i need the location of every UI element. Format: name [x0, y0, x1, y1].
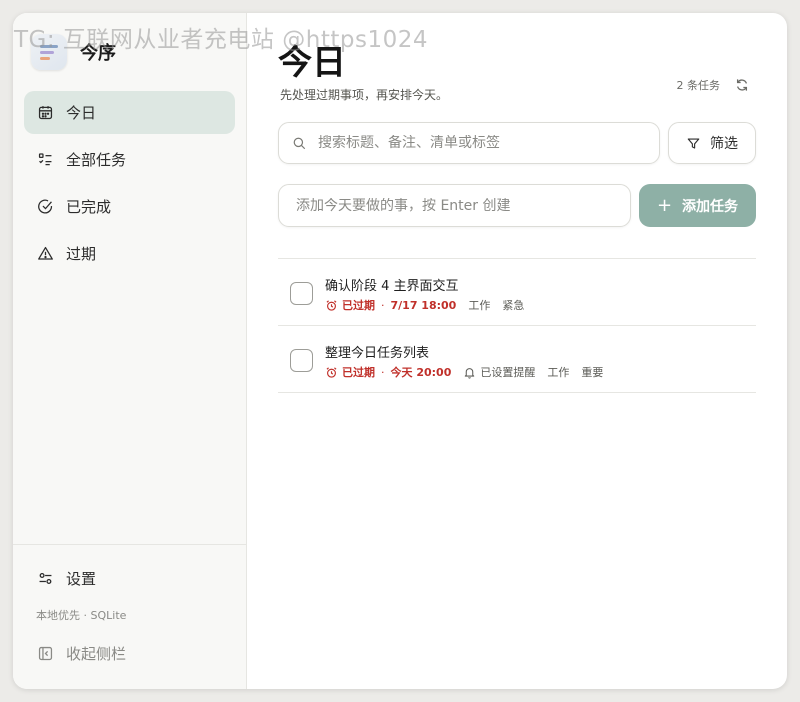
task-status: 已过期 [342, 366, 375, 379]
collapse-sidebar-icon [38, 646, 53, 661]
overdue-badge: 已过期 [325, 297, 375, 313]
sidebar-item-label: 过期 [66, 245, 97, 263]
page-subtitle: 先处理过期事项，再安排今天。 [280, 88, 449, 102]
filter-button[interactable]: 筛选 [668, 122, 756, 164]
task-count: 2 条任务 [676, 79, 721, 92]
alarm-clock-icon [326, 299, 337, 311]
add-task-input[interactable] [296, 197, 616, 214]
add-task-button[interactable]: + 添加任务 [639, 184, 756, 227]
separator-dot: · [381, 365, 385, 379]
add-task-button-label: 添加任务 [682, 198, 739, 215]
warning-icon [38, 246, 53, 260]
reminder-indicator: 已设置提醒 [463, 364, 535, 380]
sidebar-item-label: 今日 [66, 104, 97, 122]
sidebar-item-overdue[interactable]: 过期 [24, 232, 235, 275]
main-panel: 今日 先处理过期事项，再安排今天。 2 条任务 筛选 + 添 [247, 13, 787, 689]
filter-icon [687, 137, 700, 149]
sidebar-item-completed[interactable]: 已完成 [24, 185, 235, 228]
search-input-wrapper[interactable] [278, 122, 660, 164]
task-tag: 重要 [581, 366, 604, 379]
sidebar-footer: 设置 本地优先 · SQLite 收起侧栏 [13, 544, 246, 689]
storage-note: 本地优先 · SQLite [36, 609, 127, 622]
sidebar-item-all-tasks[interactable]: 全部任务 [24, 138, 235, 181]
task-meta: 已过期 · 7/17 18:00 工作 紧急 [325, 297, 524, 313]
sidebar-item-label: 全部任务 [66, 151, 127, 169]
task-title: 整理今日任务列表 [325, 346, 430, 361]
task-due: 今天 20:00 [390, 366, 452, 379]
task-checkbox[interactable] [290, 282, 313, 305]
task-list: 确认阶段 4 主界面交互 已过期 · 7/17 18:00 工作 紧急 整理今日… [278, 258, 756, 393]
check-circle-icon [38, 199, 53, 214]
task-meta: 已过期 · 今天 20:00 已设置提醒 工作 重要 [325, 364, 603, 380]
task-row[interactable]: 整理今日任务列表 已过期 · 今天 20:00 已设置提醒 工作 重要 [278, 326, 756, 393]
filter-button-label: 筛选 [710, 136, 738, 152]
collapse-sidebar-label: 收起侧栏 [66, 645, 127, 663]
alarm-clock-icon [326, 366, 337, 378]
overdue-badge: 已过期 [325, 364, 375, 380]
reminder-label: 已设置提醒 [480, 366, 536, 379]
bell-icon [465, 367, 475, 379]
task-checkbox[interactable] [290, 349, 313, 372]
search-icon [293, 137, 306, 149]
task-due: 7/17 18:00 [390, 298, 457, 312]
sidebar-item-label: 设置 [66, 570, 97, 588]
app-window: 今序 今日 全部任务 已完成 过期 设置 本地优先 · SQLite 收起侧栏 … [13, 13, 787, 689]
task-tag: 紧急 [502, 299, 525, 312]
task-tag: 工作 [547, 366, 570, 379]
sidebar: 今序 今日 全部任务 已完成 过期 设置 本地优先 · SQLite 收起侧栏 [13, 13, 247, 689]
task-row[interactable]: 确认阶段 4 主界面交互 已过期 · 7/17 18:00 工作 紧急 [278, 259, 756, 326]
task-title: 确认阶段 4 主界面交互 [325, 279, 459, 294]
watermark-text: TG: 互联网从业者充电站 @https1024 [14, 27, 428, 53]
add-task-input-wrapper[interactable] [278, 184, 631, 227]
sidebar-nav: 今日 全部任务 已完成 过期 [13, 91, 246, 279]
separator-dot: · [381, 298, 385, 312]
sidebar-item-label: 已完成 [66, 198, 112, 216]
task-tag: 工作 [468, 299, 491, 312]
collapse-sidebar-button[interactable]: 收起侧栏 [24, 632, 235, 675]
sidebar-item-today[interactable]: 今日 [24, 91, 235, 134]
task-status: 已过期 [342, 299, 375, 312]
task-count-row: 2 条任务 [677, 77, 751, 93]
search-input[interactable] [318, 135, 638, 151]
calendar-icon [38, 106, 53, 120]
refresh-icon[interactable] [734, 77, 750, 93]
plus-icon: + [656, 195, 673, 216]
sidebar-item-settings[interactable]: 设置 [24, 557, 235, 600]
sliders-icon [39, 573, 52, 584]
list-icon [38, 153, 52, 166]
